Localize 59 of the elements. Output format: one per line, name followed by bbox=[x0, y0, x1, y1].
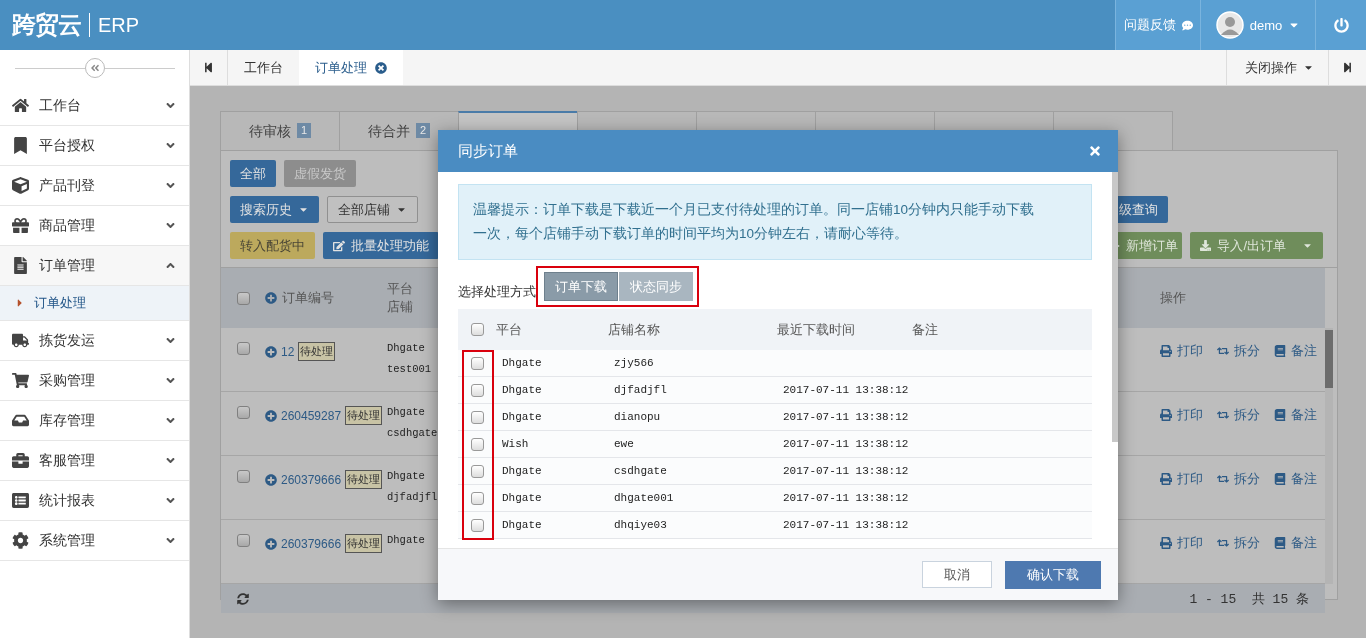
sidebar-label: 统计报表 bbox=[39, 491, 96, 510]
platform-cell: Dhgate bbox=[502, 411, 542, 423]
notice-text: 温馨提示：订单下载是下载近一个月已支付待处理的订单。同一店铺10分钟内只能手动下载一次，每个店铺手动下载订单的时间平均为10分钟左右，请耐心等待。 bbox=[473, 201, 1036, 243]
store-cell: dhqiye03 bbox=[614, 519, 667, 531]
platform-cell: Wish bbox=[502, 438, 529, 450]
sidebar-label: 采购管理 bbox=[39, 371, 96, 390]
sidebar-label: 库存管理 bbox=[39, 411, 96, 430]
column-header: 订单编号 bbox=[282, 289, 334, 307]
column-header: 平台 店铺 bbox=[387, 280, 413, 316]
count-badge: 1 bbox=[296, 123, 312, 138]
time-cell: 2017-07-11 13:38:12 bbox=[783, 411, 909, 423]
status-badge: 待处理 bbox=[298, 342, 336, 361]
product-name: ERP bbox=[98, 13, 140, 37]
sidebar-label: 客服管理 bbox=[39, 451, 96, 470]
status-badge: 待处理 bbox=[345, 534, 383, 553]
time-cell: 2017-07-11 13:38:12 bbox=[783, 492, 909, 504]
platform-text: Dhgate bbox=[387, 341, 425, 356]
sidebar-label: 系统管理 bbox=[39, 531, 96, 550]
sidebar-label: 订单管理 bbox=[39, 256, 96, 275]
count-badge: 2 bbox=[415, 123, 431, 138]
time-cell: 2017-07-11 13:38:12 bbox=[783, 384, 909, 396]
column-header: 店铺名称 bbox=[608, 320, 660, 339]
sidebar-label: 工作台 bbox=[39, 96, 82, 115]
store-text: djfadjfl bbox=[387, 490, 438, 505]
column-header: 备注 bbox=[912, 320, 938, 339]
sidebar-label: 商品管理 bbox=[39, 216, 96, 235]
sidebar-label: 拣货发运 bbox=[39, 331, 96, 350]
platform-cell: Dhgate bbox=[502, 492, 542, 504]
sidebar-label: 产品刊登 bbox=[39, 176, 96, 195]
platform-text: Dhgate bbox=[387, 469, 425, 484]
platform-cell: Dhgate bbox=[502, 465, 542, 477]
time-cell: 2017-07-11 13:38:12 bbox=[783, 519, 909, 531]
store-text: test001 bbox=[387, 362, 432, 377]
dialog-title: 同步订单 bbox=[458, 141, 518, 161]
store-cell: dianopu bbox=[614, 411, 661, 423]
mode-label: 选择处理方式 bbox=[458, 283, 536, 301]
tab-label: 待合并 bbox=[367, 123, 410, 141]
store-cell: zjy566 bbox=[614, 357, 654, 369]
platform-cell: Dhgate bbox=[502, 357, 542, 369]
sidebar-label: 平台授权 bbox=[39, 136, 96, 155]
store-cell: ewe bbox=[614, 438, 634, 450]
status-badge: 待处理 bbox=[345, 406, 383, 425]
store-cell: dhgate001 bbox=[614, 492, 674, 504]
logo: 跨贸云 bbox=[12, 10, 81, 40]
platform-text: Dhgate bbox=[387, 533, 425, 548]
column-header: 平台 bbox=[496, 320, 522, 339]
column-header: 操作 bbox=[1160, 289, 1186, 307]
pagination-text: 1 - 15 共 15 条 bbox=[1189, 590, 1309, 608]
status-badge: 待处理 bbox=[345, 470, 383, 489]
store-text: csdhgate bbox=[387, 426, 438, 441]
tab-label: 待审核 bbox=[248, 123, 291, 141]
platform-text: Dhgate bbox=[387, 405, 425, 420]
time-cell: 2017-07-11 13:38:12 bbox=[783, 438, 909, 450]
store-cell: djfadjfl bbox=[614, 384, 667, 396]
platform-cell: Dhgate bbox=[502, 519, 542, 531]
platform-cell: Dhgate bbox=[502, 384, 542, 396]
store-cell: csdhgate bbox=[614, 465, 667, 477]
time-cell: 2017-07-11 13:38:12 bbox=[783, 465, 909, 477]
column-header: 最近下载时间 bbox=[777, 320, 855, 339]
